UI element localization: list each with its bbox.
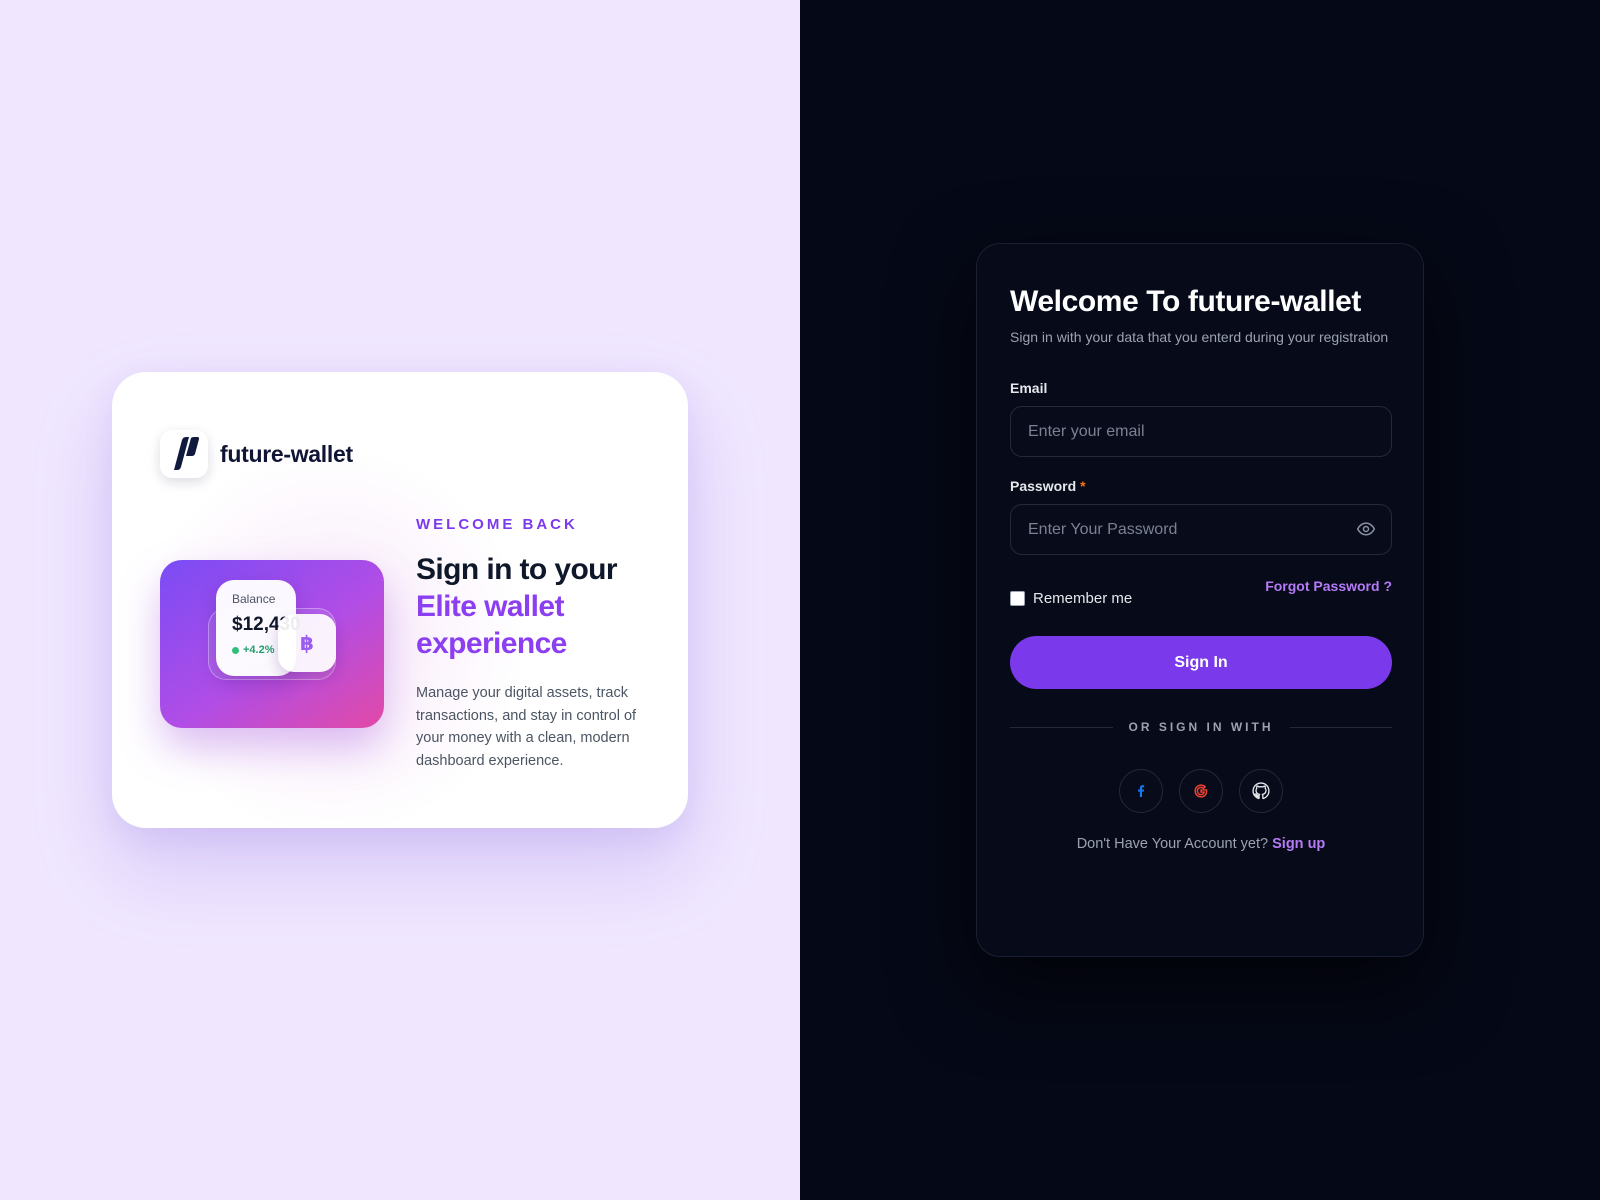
promo-description: Manage your digital assets, track transa… [416, 685, 637, 769]
future-wallet-logo-icon [160, 430, 208, 478]
signup-link[interactable]: Sign up [1272, 836, 1325, 852]
brand-name: future-wallet [220, 440, 353, 467]
divider-line [1289, 726, 1392, 728]
login-card: Welcome To future-wallet Sign in with yo… [976, 243, 1424, 957]
login-form: Welcome To future-wallet Sign in with yo… [1010, 284, 1392, 852]
remember-checkbox[interactable] [1010, 591, 1025, 606]
positive-dot-icon [232, 646, 239, 654]
login-title: Welcome To future-wallet [1010, 285, 1362, 318]
social-buttons [1010, 769, 1392, 813]
forgot-password-link[interactable]: Forgot Password ? [1265, 578, 1392, 594]
bitcoin-icon: ฿ [278, 614, 336, 672]
promo-eyebrow: WELCOME BACK [416, 516, 578, 533]
facebook-button[interactable] [1119, 769, 1163, 813]
github-button[interactable] [1239, 769, 1283, 813]
google-button[interactable] [1179, 769, 1223, 813]
brand: future-wallet [160, 430, 353, 478]
form-options-row: Remember me Forgot Password ? [1010, 578, 1392, 612]
promo-title: Sign in to your Elite wallet experience [416, 551, 656, 662]
balance-change-value: +4.2% [243, 644, 275, 656]
social-divider: OR SIGN IN WITH [1010, 718, 1392, 736]
balance-label: Balance [232, 592, 276, 606]
balance-change: +4.2% [232, 644, 275, 656]
required-marker: * [1080, 478, 1086, 494]
password-field[interactable] [1010, 504, 1392, 555]
promo-card: future-wallet Balance $12,430 +4.2% ฿ WE… [112, 372, 688, 828]
eye-icon[interactable] [1354, 517, 1378, 541]
right-login-pane: Welcome To future-wallet Sign in with yo… [800, 0, 1600, 1200]
divider-text: OR SIGN IN WITH [1128, 720, 1274, 734]
email-label: Email [1010, 380, 1048, 396]
promo-title-accent: Elite wallet experience [416, 590, 567, 660]
wallet-illustration: Balance $12,430 +4.2% ฿ [160, 560, 384, 728]
signup-prompt: Don't Have Your Account yet? Sign up [1010, 836, 1392, 852]
divider-line [1010, 726, 1113, 728]
password-label: Password * [1010, 478, 1392, 494]
promo-text: WELCOME BACK Sign in to your Elite walle… [416, 516, 656, 772]
remember-me[interactable]: Remember me [1010, 590, 1132, 607]
promo-title-line: Sign in to your [416, 553, 618, 586]
remember-label: Remember me [1033, 590, 1133, 607]
google-icon [1194, 784, 1208, 798]
facebook-icon [1138, 785, 1145, 797]
signup-prompt-text: Don't Have Your Account yet? [1076, 836, 1269, 852]
github-icon [1252, 782, 1270, 800]
login-subtitle: Sign in with your data that you enterd d… [1010, 329, 1389, 345]
password-label-text: Password [1010, 478, 1077, 494]
sign-in-button[interactable]: Sign In [1010, 636, 1392, 689]
email-field[interactable] [1010, 406, 1392, 457]
password-field-wrapper [1010, 504, 1392, 555]
left-promo-pane: future-wallet Balance $12,430 +4.2% ฿ WE… [0, 0, 800, 1200]
